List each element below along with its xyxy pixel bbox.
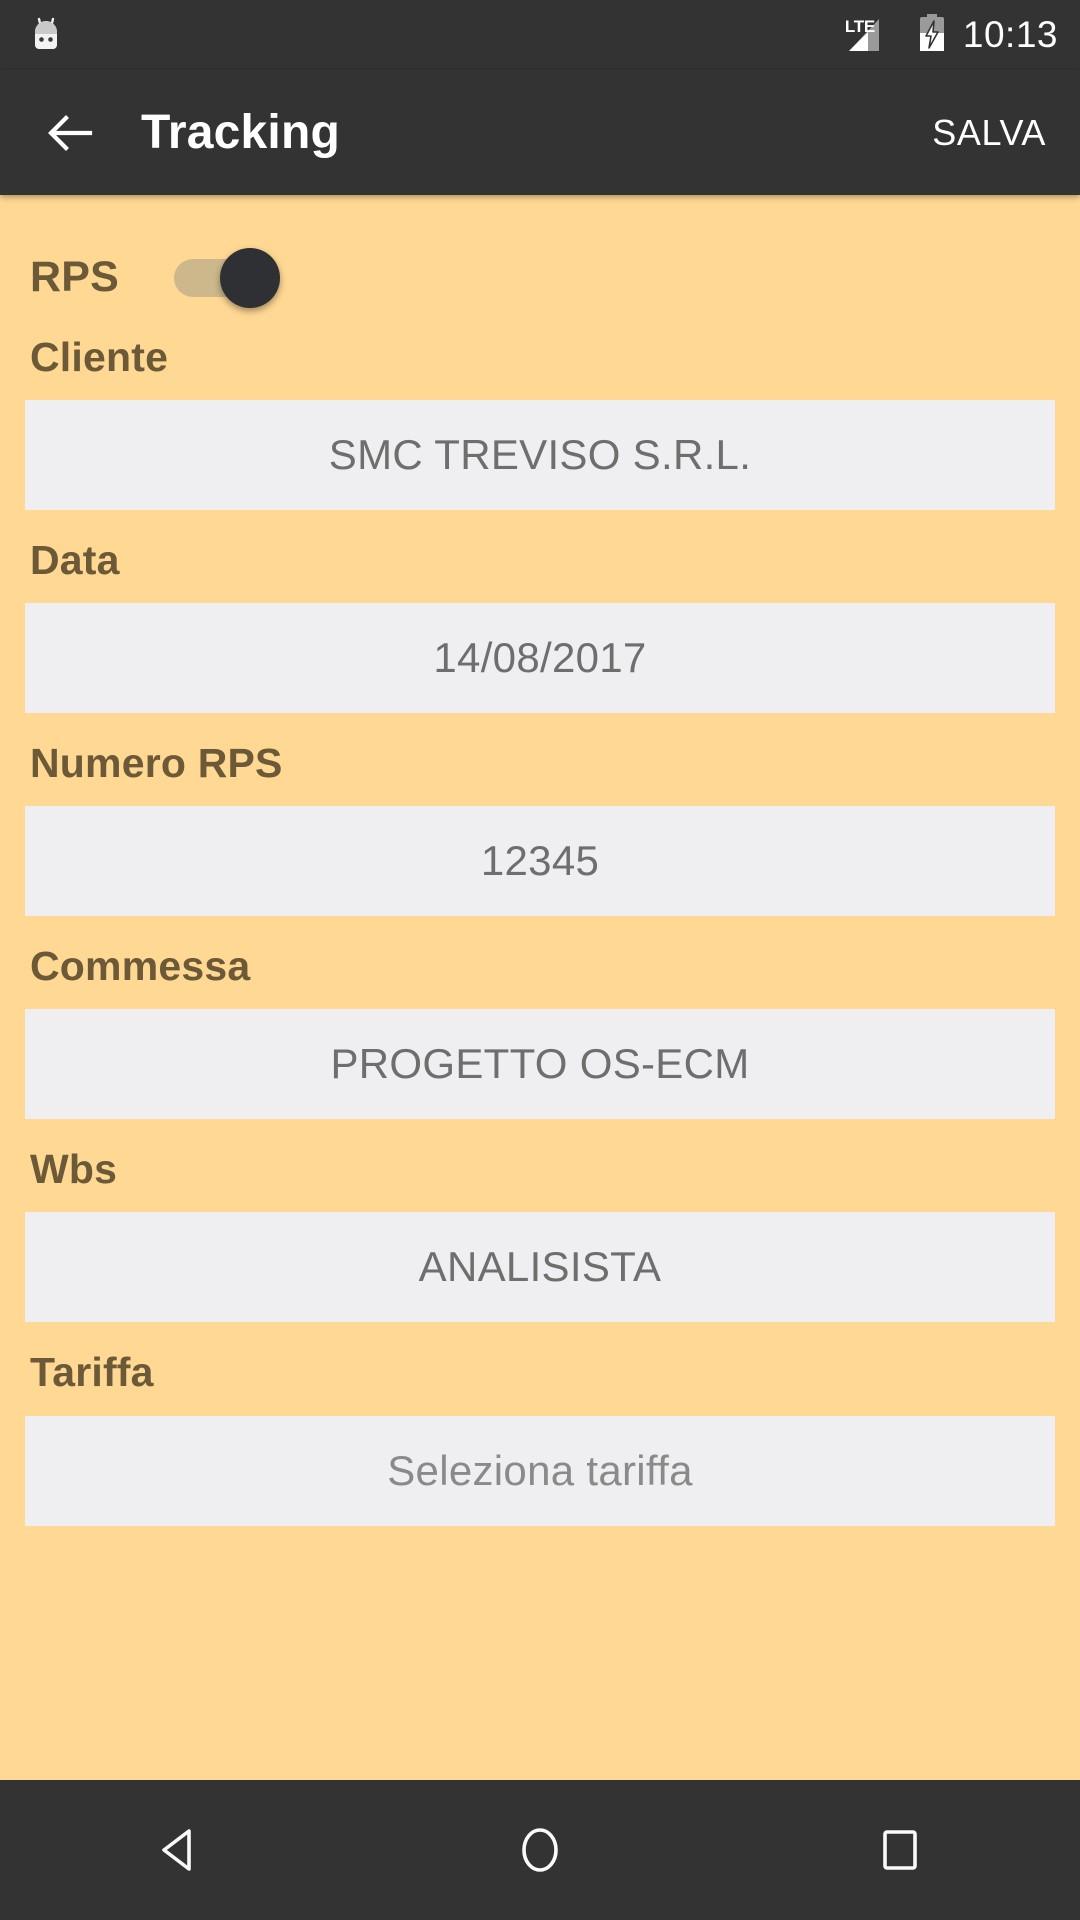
signal-bars-icon: LTE: [845, 17, 901, 53]
field-label-cliente: Cliente: [30, 334, 169, 380]
network-type-label: LTE: [844, 17, 875, 36]
battery-charging-icon: [917, 13, 947, 58]
field-input-commessa[interactable]: PROGETTO OS-ECM: [25, 1009, 1055, 1120]
field-value-numero-rps: 12345: [480, 837, 600, 885]
field-value-commessa: PROGETTO OS-ECM: [330, 1040, 750, 1088]
field-group-wbs: Wbs ANALISISTA: [0, 1119, 1080, 1323]
page-title: Tracking: [141, 105, 341, 159]
field-group-commessa: Commessa PROGETTO OS-ECM: [0, 916, 1080, 1120]
back-arrow-icon[interactable]: [44, 107, 96, 159]
field-input-tariffa[interactable]: Seleziona tariffa: [25, 1415, 1055, 1526]
nav-back-triangle-icon[interactable]: [110, 1780, 250, 1920]
field-label-wbs: Wbs: [30, 1146, 118, 1193]
nav-recents-square-icon[interactable]: [830, 1780, 970, 1920]
app-bar: Tracking SALVA: [0, 70, 1080, 195]
field-input-numero-rps[interactable]: 12345: [25, 806, 1055, 917]
android-navigation-bar: [0, 1780, 1080, 1920]
status-bar: LTE 10:13: [0, 0, 1080, 70]
field-group-cliente: Cliente SMC TREVISO S.R.L.: [0, 307, 1080, 511]
nav-home-circle-icon[interactable]: [470, 1780, 610, 1920]
field-input-wbs[interactable]: ANALISISTA: [25, 1212, 1055, 1323]
field-group-data: Data 14/08/2017: [0, 510, 1080, 714]
field-group-numero-rps: Numero RPS 12345: [0, 713, 1080, 917]
field-label-numero-rps: Numero RPS: [30, 740, 283, 787]
field-group-tariffa: Tariffa Seleziona tariffa: [0, 1322, 1080, 1526]
toggle-thumb: [220, 248, 281, 308]
field-value-cliente: SMC TREVISO S.R.L.: [328, 431, 752, 479]
android-screen: LTE 10:13 Tracking SALVA RPS Cliente SMC…: [0, 0, 1080, 1920]
rps-toggle-switch[interactable]: [174, 246, 282, 308]
field-label-commessa: Commessa: [30, 943, 251, 990]
status-bar-left: [26, 15, 66, 55]
rps-toggle-label: RPS: [30, 252, 120, 301]
field-value-data: 14/08/2017: [433, 634, 647, 682]
field-value-wbs: ANALISISTA: [418, 1243, 662, 1291]
field-input-data[interactable]: 14/08/2017: [25, 603, 1055, 714]
form-scroll-container[interactable]: RPS Cliente SMC TREVISO S.R.L. Data 14/0…: [0, 195, 1080, 1780]
rps-toggle-row: RPS: [0, 195, 1080, 308]
save-button[interactable]: SALVA: [926, 102, 1052, 164]
field-value-tariffa: Seleziona tariffa: [387, 1446, 693, 1494]
field-input-cliente[interactable]: SMC TREVISO S.R.L.: [25, 400, 1055, 511]
status-bar-right: LTE 10:13: [845, 13, 1058, 58]
status-bar-clock: 10:13: [962, 13, 1058, 55]
form-content: RPS Cliente SMC TREVISO S.R.L. Data 14/0…: [0, 195, 1080, 1526]
field-label-data: Data: [30, 537, 120, 584]
field-label-tariffa: Tariffa: [30, 1349, 154, 1396]
android-marshmallow-icon: [26, 15, 66, 55]
